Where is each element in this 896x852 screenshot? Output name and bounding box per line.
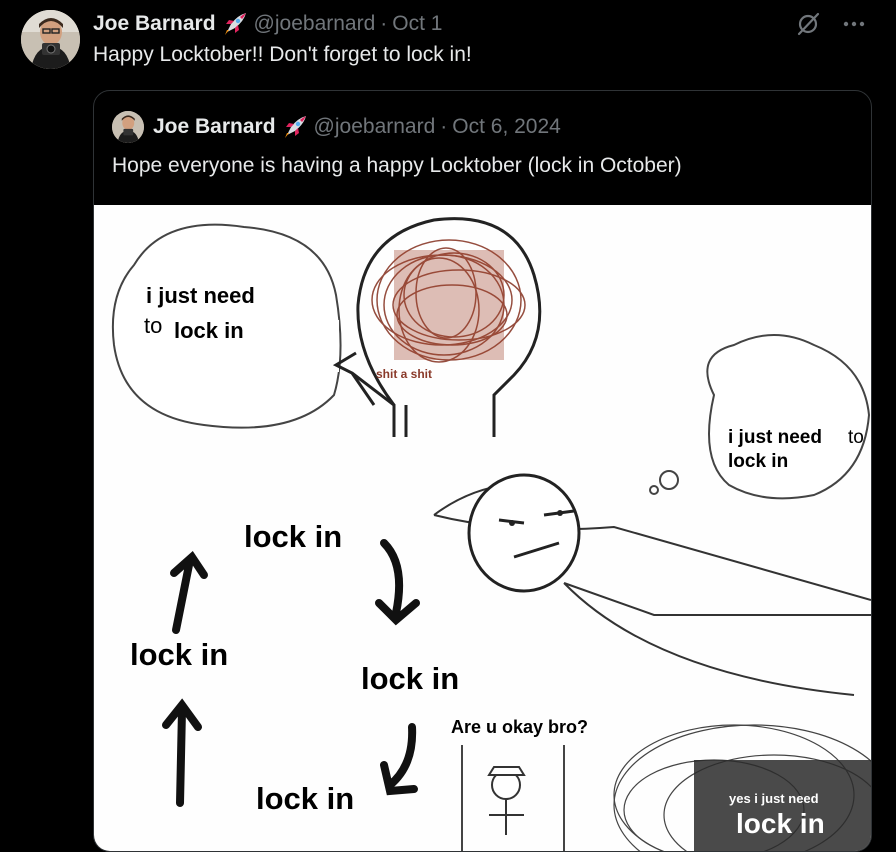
meme-thought-to: to xyxy=(848,427,864,448)
tweet-header: Joe Barnard @joebarnard · Oct 1 xyxy=(93,10,442,38)
quoted-author-handle: @joebarnard xyxy=(313,115,436,138)
meme-cycle-right: lock in xyxy=(361,661,460,696)
separator-dot: · xyxy=(440,115,448,138)
tweet-date[interactable]: Oct 1 xyxy=(392,12,442,36)
rocket-emoji-icon xyxy=(282,114,308,140)
quoted-tweet-date: Oct 6, 2024 xyxy=(452,115,561,138)
meme-cycle-bottom: lock in xyxy=(256,781,355,816)
author-handle[interactable]: @joebarnard xyxy=(254,12,376,36)
meme-thought-line1: i just need xyxy=(728,427,822,448)
meme-thought-line2: lock in xyxy=(728,451,789,472)
meme-bubble-line1: i just need xyxy=(146,283,255,308)
quoted-tweet-card[interactable]: Joe Barnard @joebarnard · Oct 6, 2024 Ho… xyxy=(93,90,872,852)
more-dots-icon[interactable] xyxy=(840,10,868,38)
meme-bubble-line2-lock: lock in xyxy=(174,318,244,343)
quoted-tweet-text: Hope everyone is having a happy Locktobe… xyxy=(112,154,682,177)
meme-cycle-left: lock in xyxy=(130,637,229,672)
meme-head-scribble-text: shit a shit xyxy=(376,367,433,381)
meme-bottom-right-line1: yes i just need xyxy=(729,791,819,806)
slash-circle-icon[interactable] xyxy=(794,10,822,38)
meme-bottom-right-line2: lock in xyxy=(736,808,825,839)
meme-cycle-top: lock in xyxy=(244,519,343,554)
quoted-author-avatar xyxy=(112,111,144,143)
meme-image[interactable]: i just need to lock in shit a shit i jus… xyxy=(94,205,871,851)
tweet-actions-top xyxy=(794,10,868,38)
meme-friend-question: Are u okay bro? xyxy=(451,717,589,737)
tweet-text: Happy Locktober!! Don't forget to lock i… xyxy=(93,43,472,66)
author-name[interactable]: Joe Barnard xyxy=(93,12,216,36)
quoted-author-name: Joe Barnard xyxy=(153,115,276,138)
author-avatar[interactable] xyxy=(21,10,80,69)
quoted-tweet-header: Joe Barnard @joebarnard · Oct 6, 2024 xyxy=(112,111,561,143)
separator-dot: · xyxy=(380,12,388,35)
meme-bubble-line2-to: to xyxy=(144,313,163,338)
avatar-photo xyxy=(21,10,80,69)
rocket-emoji-icon xyxy=(222,11,248,37)
